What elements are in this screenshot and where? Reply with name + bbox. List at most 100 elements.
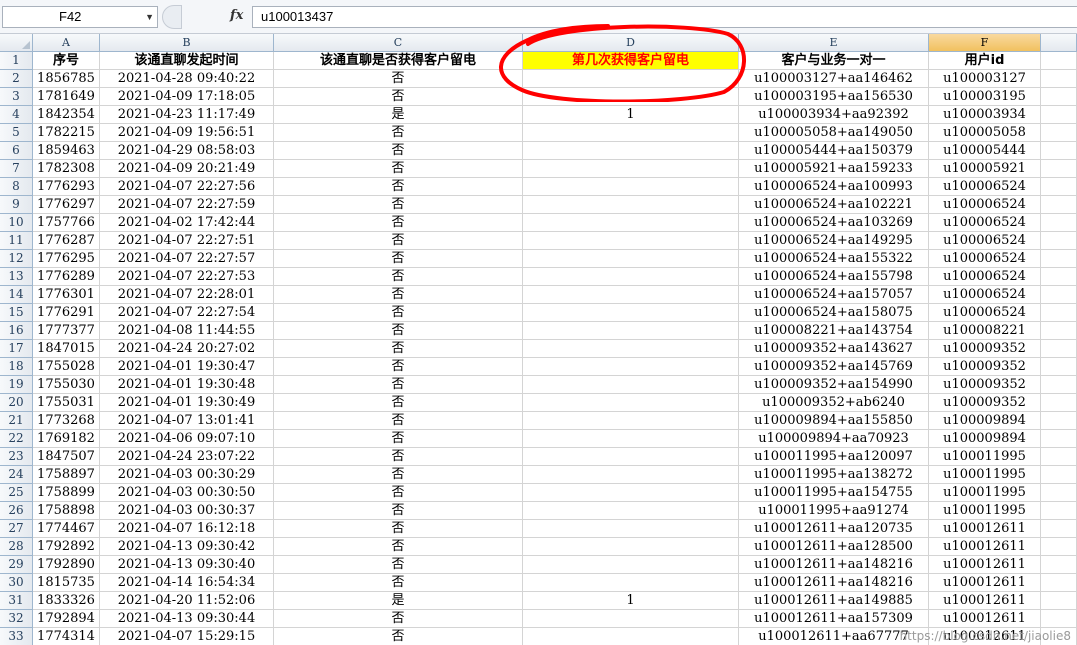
cell[interactable]: 是 — [274, 106, 523, 124]
cell[interactable]: 否 — [274, 232, 523, 250]
cell[interactable]: u100008221 — [929, 322, 1041, 340]
cell[interactable] — [523, 178, 739, 196]
cell[interactable]: 2021-04-07 22:27:56 — [100, 178, 274, 196]
cell[interactable]: u100003934 — [929, 106, 1041, 124]
cell[interactable]: u100009352+aa143627 — [739, 340, 929, 358]
cell[interactable]: 否 — [274, 268, 523, 286]
cell[interactable]: u100011995+aa154755 — [739, 484, 929, 502]
cell[interactable]: 否 — [274, 88, 523, 106]
cell[interactable]: 否 — [274, 628, 523, 645]
cell[interactable]: u100006524+aa100993 — [739, 178, 929, 196]
row-header[interactable]: 5 — [0, 124, 33, 142]
cell[interactable]: 1859463 — [33, 142, 100, 160]
cell[interactable] — [1041, 592, 1077, 610]
row-header[interactable]: 10 — [0, 214, 33, 232]
cell[interactable] — [523, 394, 739, 412]
cell[interactable]: 否 — [274, 466, 523, 484]
row-header[interactable]: 24 — [0, 466, 33, 484]
cell[interactable] — [1041, 268, 1077, 286]
cell[interactable]: u100012611+aa120735 — [739, 520, 929, 538]
cell[interactable]: 2021-04-24 23:07:22 — [100, 448, 274, 466]
name-box[interactable]: F42 ▼ — [2, 6, 158, 28]
cell[interactable] — [1041, 448, 1077, 466]
cell[interactable]: u100003934+aa92392 — [739, 106, 929, 124]
cell[interactable]: 2021-04-07 22:27:54 — [100, 304, 274, 322]
formula-input[interactable]: u100013437 — [252, 6, 1077, 28]
cell[interactable]: 1 — [523, 106, 739, 124]
row-header[interactable]: 16 — [0, 322, 33, 340]
cell[interactable] — [523, 484, 739, 502]
cell[interactable] — [523, 322, 739, 340]
row-header[interactable]: 19 — [0, 376, 33, 394]
cell[interactable]: 1758899 — [33, 484, 100, 502]
cell[interactable]: 1782308 — [33, 160, 100, 178]
row-header[interactable]: 18 — [0, 358, 33, 376]
cell[interactable]: 1755030 — [33, 376, 100, 394]
cell[interactable] — [523, 268, 739, 286]
formula-bar-grip[interactable] — [162, 5, 182, 29]
cell[interactable] — [523, 502, 739, 520]
column-header-c[interactable]: C — [274, 34, 523, 51]
cell[interactable] — [523, 556, 739, 574]
cell[interactable]: 否 — [274, 376, 523, 394]
cell[interactable] — [523, 232, 739, 250]
cell[interactable] — [523, 124, 739, 142]
row-header[interactable]: 8 — [0, 178, 33, 196]
cell[interactable]: 1774467 — [33, 520, 100, 538]
cell[interactable] — [1041, 214, 1077, 232]
cell[interactable]: 2021-04-13 09:30:42 — [100, 538, 274, 556]
row-header[interactable]: 32 — [0, 610, 33, 628]
row-header[interactable]: 23 — [0, 448, 33, 466]
column-header-d[interactable]: D — [523, 34, 739, 51]
cell[interactable]: 2021-04-03 00:30:37 — [100, 502, 274, 520]
row-header[interactable]: 30 — [0, 574, 33, 592]
cell[interactable] — [523, 628, 739, 645]
cell[interactable]: u100006524 — [929, 286, 1041, 304]
cell[interactable]: 2021-04-01 19:30:47 — [100, 358, 274, 376]
cell[interactable]: 否 — [274, 160, 523, 178]
cell[interactable] — [1041, 340, 1077, 358]
cell[interactable]: u100006524 — [929, 304, 1041, 322]
cell[interactable]: 1856785 — [33, 70, 100, 88]
cell[interactable]: 2021-04-29 08:58:03 — [100, 142, 274, 160]
cell[interactable] — [1041, 376, 1077, 394]
header-cell[interactable]: 序号 — [33, 52, 100, 70]
column-header-b[interactable]: B — [100, 34, 274, 51]
header-cell[interactable]: 该通直聊发起时间 — [100, 52, 274, 70]
cell[interactable]: 1755031 — [33, 394, 100, 412]
header-cell[interactable]: 客户与业务一对一 — [739, 52, 929, 70]
cell[interactable]: u100008221+aa143754 — [739, 322, 929, 340]
cell[interactable]: 2021-04-09 17:18:05 — [100, 88, 274, 106]
cell[interactable] — [523, 160, 739, 178]
cell[interactable] — [523, 538, 739, 556]
cell[interactable] — [1041, 574, 1077, 592]
row-header[interactable]: 9 — [0, 196, 33, 214]
cell[interactable] — [1041, 520, 1077, 538]
cell[interactable]: u100003127+aa146462 — [739, 70, 929, 88]
cell[interactable]: u100009352 — [929, 394, 1041, 412]
column-header-g[interactable] — [1041, 34, 1077, 51]
cell[interactable] — [1041, 286, 1077, 304]
row-header[interactable]: 28 — [0, 538, 33, 556]
cell[interactable]: 否 — [274, 538, 523, 556]
row-header[interactable]: 22 — [0, 430, 33, 448]
cell[interactable]: u100006524+aa155798 — [739, 268, 929, 286]
cell[interactable]: 否 — [274, 196, 523, 214]
cell[interactable]: 1776287 — [33, 232, 100, 250]
cell[interactable] — [523, 214, 739, 232]
cell[interactable]: u100009352+ab6240 — [739, 394, 929, 412]
column-header-a[interactable]: A — [33, 34, 100, 51]
cell[interactable] — [1041, 142, 1077, 160]
cell[interactable]: 1776295 — [33, 250, 100, 268]
cell[interactable]: 否 — [274, 340, 523, 358]
cell[interactable]: 1776293 — [33, 178, 100, 196]
cell[interactable]: u100006524+aa102221 — [739, 196, 929, 214]
cell[interactable]: u100012611+aa148216 — [739, 556, 929, 574]
cell[interactable] — [523, 574, 739, 592]
select-all-button[interactable] — [0, 34, 33, 51]
cell[interactable]: 1758898 — [33, 502, 100, 520]
cell[interactable]: u100005058+aa149050 — [739, 124, 929, 142]
cell[interactable]: 1774314 — [33, 628, 100, 645]
cell[interactable]: u100012611 — [929, 610, 1041, 628]
row-header[interactable]: 14 — [0, 286, 33, 304]
